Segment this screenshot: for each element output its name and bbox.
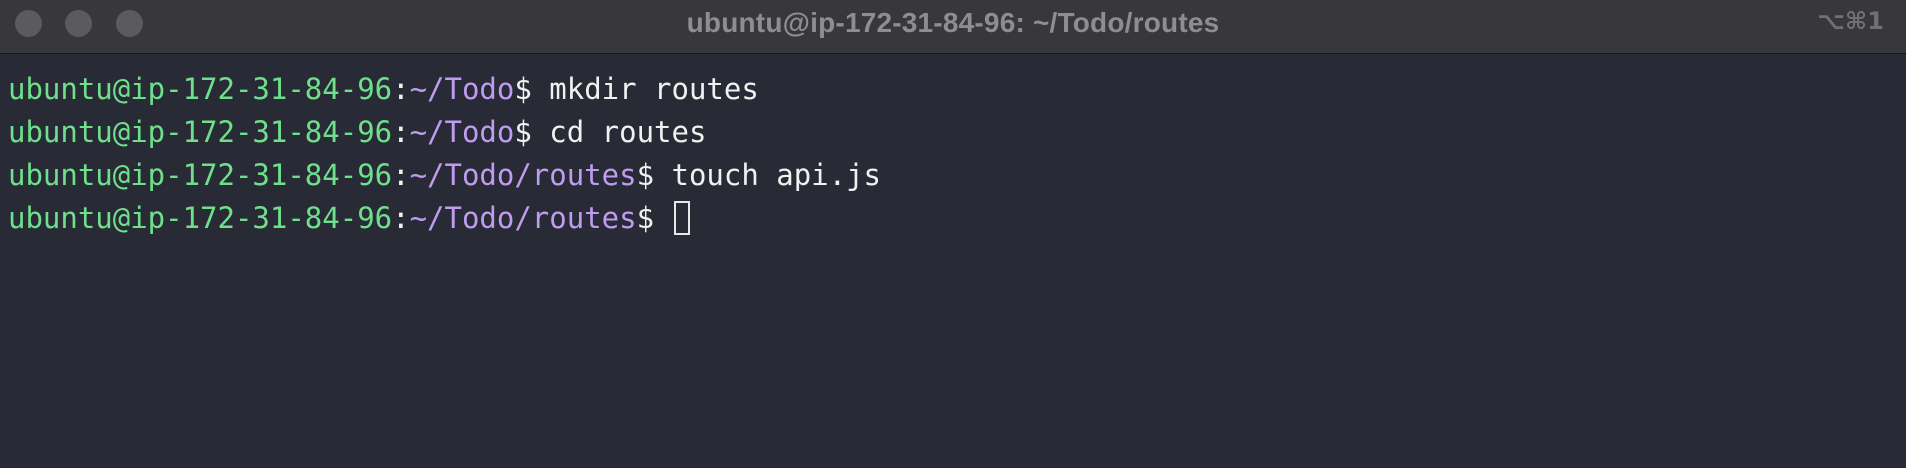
command-text: touch api.js [654, 158, 882, 192]
prompt-path: ~/Todo [409, 72, 515, 106]
command-input[interactable] [654, 201, 671, 235]
prompt-user-host: ubuntu@ip-172-31-84-96 [8, 115, 393, 149]
prompt-colon: : [392, 72, 410, 106]
prompt-symbol: $ [514, 115, 532, 149]
prompt-colon: : [392, 158, 410, 192]
window-shortcut-label: ⌥⌘1 [1817, 7, 1884, 35]
title-bar[interactable]: ubuntu@ip-172-31-84-96: ~/Todo/routes ⌥⌘… [0, 0, 1906, 54]
window-title: ubuntu@ip-172-31-84-96: ~/Todo/routes [686, 7, 1220, 38]
prompt-user-host: ubuntu@ip-172-31-84-96 [8, 158, 393, 192]
prompt-colon: : [392, 115, 410, 149]
command-text: mkdir routes [531, 72, 759, 106]
terminal-cursor [673, 201, 690, 235]
terminal-line-active[interactable]: ubuntu@ip-172-31-84-96:~/Todo/routes$ [8, 197, 1906, 240]
prompt-colon: : [392, 201, 410, 235]
prompt-user-host: ubuntu@ip-172-31-84-96 [8, 72, 393, 106]
prompt-path: ~/Todo/routes [409, 201, 637, 235]
terminal-line: ubuntu@ip-172-31-84-96:~/Todo/routes$ to… [8, 154, 1906, 197]
prompt-symbol: $ [514, 72, 532, 106]
terminal-line: ubuntu@ip-172-31-84-96:~/Todo$ mkdir rou… [8, 68, 1906, 111]
prompt-symbol: $ [636, 201, 655, 235]
terminal-output[interactable]: ubuntu@ip-172-31-84-96:~/Todo$ mkdir rou… [0, 54, 1906, 468]
prompt-path: ~/Todo/routes [409, 158, 637, 192]
command-text: cd routes [531, 115, 707, 149]
terminal-window: ubuntu@ip-172-31-84-96: ~/Todo/routes ⌥⌘… [0, 0, 1906, 468]
prompt-path: ~/Todo [409, 115, 515, 149]
prompt-user-host: ubuntu@ip-172-31-84-96 [8, 201, 393, 235]
terminal-line: ubuntu@ip-172-31-84-96:~/Todo$ cd routes [8, 111, 1906, 154]
prompt-symbol: $ [636, 158, 655, 192]
